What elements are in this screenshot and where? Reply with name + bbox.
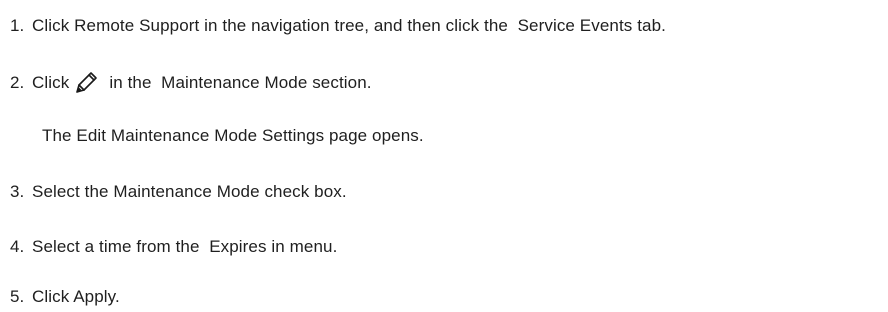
- step-number: 4.: [10, 237, 25, 256]
- step-2: 2. Click in the Maintenance Mode section…: [0, 70, 372, 96]
- step-2-result: The Edit Maintenance Mode Settings page …: [42, 125, 424, 147]
- step-number: 3.: [10, 182, 25, 201]
- step-number: 1.: [10, 16, 25, 35]
- step-1: 1. Click Remote Support in the navigatio…: [0, 15, 666, 37]
- step-text-after-icon: in the Maintenance Mode section.: [109, 73, 372, 92]
- step-text: Select the Maintenance Mode check box.: [32, 182, 347, 201]
- pencil-edit-icon: [73, 70, 99, 96]
- step-number: 5.: [10, 287, 25, 306]
- step-4: 4. Select a time from the Expires in men…: [0, 236, 337, 258]
- step-5: 5. Click Apply.: [0, 286, 120, 308]
- step-text: Click Remote Support in the navigation t…: [32, 16, 666, 35]
- step-number: 2.: [10, 73, 25, 92]
- step-text-before-icon: Click: [32, 73, 70, 92]
- step-text: Select a time from the Expires in menu.: [32, 237, 338, 256]
- step-result-text: The Edit Maintenance Mode Settings page …: [42, 126, 424, 145]
- procedure-document: 1. Click Remote Support in the navigatio…: [0, 0, 888, 312]
- step-3: 3. Select the Maintenance Mode check box…: [0, 181, 347, 203]
- step-text: Click Apply.: [32, 287, 120, 306]
